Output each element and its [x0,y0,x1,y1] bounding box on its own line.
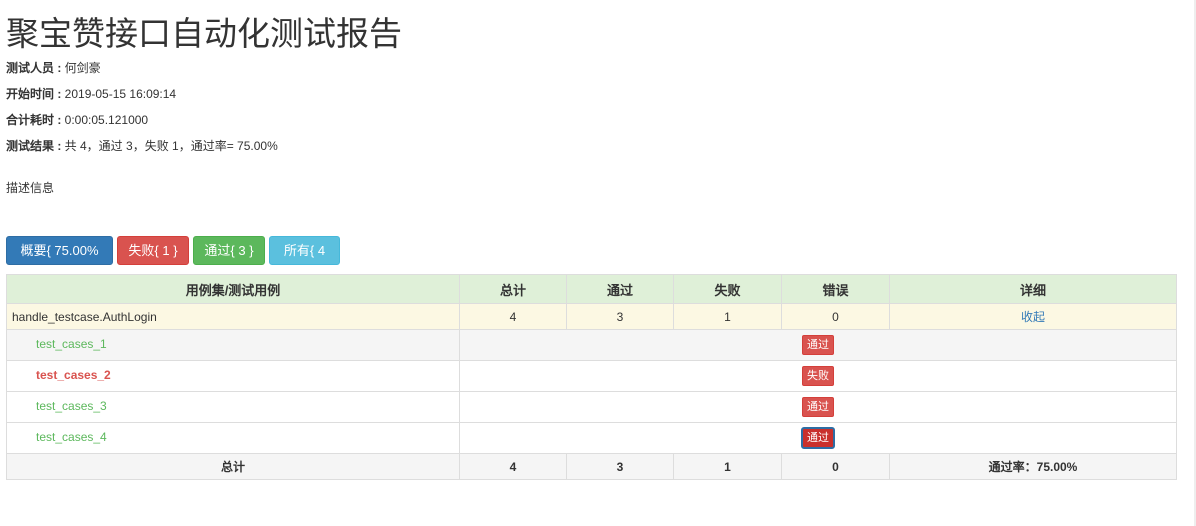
attribute-label: 开始时间 : [6,87,62,101]
attribute-value: 共 4，通过 3，失败 1，通过率= 75.00% [61,139,278,153]
attribute-tester: 测试人员 : 何剑豪 [6,60,101,76]
case-status-button[interactable]: 失败 [802,366,834,386]
case-name: test_cases_2 [6,360,460,392]
suite-fail: 1 [673,303,782,330]
case-status-button[interactable]: 通过 [801,427,835,449]
attribute-value: 0:00:05.121000 [61,113,149,127]
suite-error: 0 [781,303,890,330]
attribute-start-time: 开始时间 : 2019-05-15 16:09:14 [6,86,176,102]
total-fail: 1 [673,453,782,480]
case-status-cell: 通过 [459,391,1177,423]
total-error: 0 [781,453,890,480]
filter-bar: 概要{ 75.00% } 失败{ 1 } 通过{ 3 } 所有{ 4 } [6,236,340,285]
table-row: test_cases_2 失败 [6,360,1177,392]
case-name: test_cases_4 [6,422,460,454]
column-header-detail: 详细 [889,274,1177,304]
pass-filter-button[interactable]: 通过{ 3 } [193,236,265,265]
case-status-cell: 通过 [459,422,1177,454]
total-label: 总计 [6,453,460,480]
total-pass: 3 [566,453,674,480]
result-table: 用例集/测试用例 总计 通过 失败 错误 详细 handle_testcase.… [6,274,1177,480]
suite-detail-cell: 收起 [889,303,1177,330]
summary-filter-button[interactable]: 概要{ 75.00% } [6,236,113,285]
attribute-result: 测试结果 : 共 4，通过 3，失败 1，通过率= 75.00% [6,138,278,154]
attribute-value: 何剑豪 [61,61,101,75]
attribute-label: 测试人员 : [6,61,62,75]
total-row: 总计 4 3 1 0 通过率：75.00% [6,453,1177,480]
total-pass-rate: 通过率：75.00% [889,453,1177,480]
suite-pass: 3 [566,303,674,330]
fail-filter-button[interactable]: 失败{ 1 } [117,236,189,265]
total-count: 4 [459,453,567,480]
suite-name: handle_testcase.AuthLogin [6,303,460,330]
attribute-value: 2019-05-15 16:09:14 [61,87,177,101]
table-header-row: 用例集/测试用例 总计 通过 失败 错误 详细 [6,274,1177,304]
attribute-label: 合计耗时 : [6,113,62,127]
case-status-cell: 失败 [459,360,1177,392]
case-status-button[interactable]: 通过 [802,335,834,355]
page-title: 聚宝赞接口自动化测试报告 [6,15,402,52]
column-header-total: 总计 [459,274,567,304]
case-status-cell: 通过 [459,329,1177,361]
case-status-button[interactable]: 通过 [802,397,834,417]
table-row: test_cases_3 通过 [6,391,1177,423]
suite-total: 4 [459,303,567,330]
attribute-label: 测试结果 : [6,139,62,153]
column-header-error: 错误 [781,274,890,304]
table-row: test_cases_1 通过 [6,329,1177,361]
all-filter-button[interactable]: 所有{ 4 } [269,236,340,285]
column-header-fail: 失败 [673,274,782,304]
suite-row: handle_testcase.AuthLogin 4 3 1 0 收起 [6,303,1177,330]
table-row: test_cases_4 通过 [6,422,1177,454]
report-description: 描述信息 [6,181,55,195]
column-header-pass: 通过 [566,274,674,304]
case-name: test_cases_1 [6,329,460,361]
collapse-link[interactable]: 收起 [1021,310,1045,324]
report-page: 聚宝赞接口自动化测试报告 测试人员 : 何剑豪 开始时间 : 2019-05-1… [0,0,1196,526]
attribute-duration: 合计耗时 : 0:00:05.121000 [6,112,148,128]
column-header-case: 用例集/测试用例 [6,274,460,304]
case-name: test_cases_3 [6,391,460,423]
